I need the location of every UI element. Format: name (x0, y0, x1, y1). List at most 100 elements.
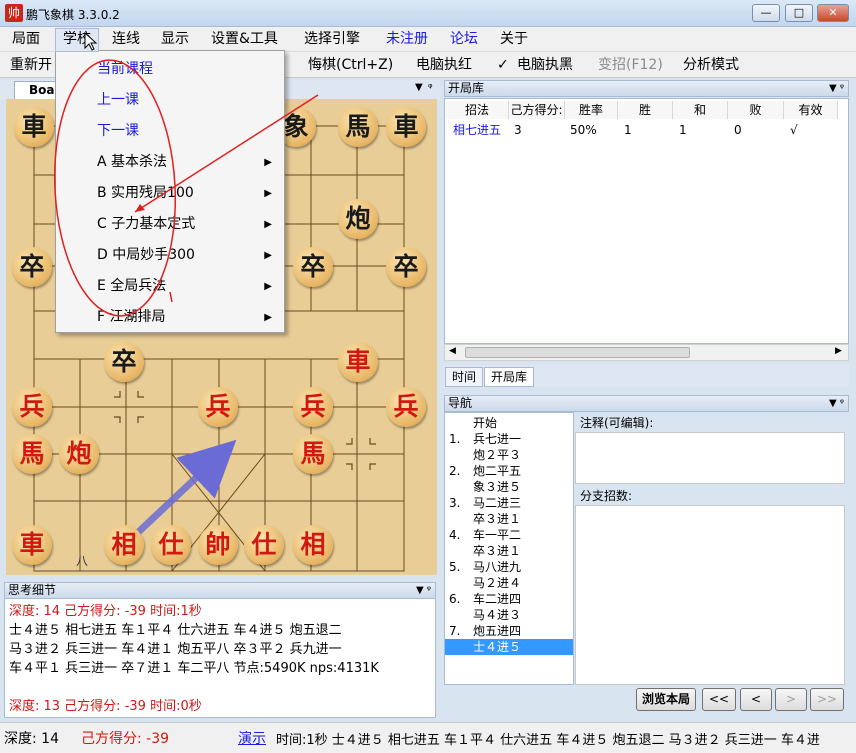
list-item-move[interactable]: 马２进４ (445, 575, 573, 591)
computer-red-button[interactable]: 电脑执红 (416, 56, 472, 74)
close-button[interactable]: ✕ (817, 4, 849, 22)
first-move-button[interactable]: << (702, 688, 736, 711)
pin-icon[interactable]: ▼ ᵠ (829, 81, 844, 96)
list-item-move[interactable]: 炮２平３ (445, 447, 573, 463)
list-item-move[interactable]: 2. 炮二平五 (445, 463, 573, 479)
chess-piece[interactable]: 卒 (12, 247, 52, 287)
dropdown-icon[interactable]: ▼ (415, 82, 423, 93)
list-item-move[interactable]: 卒３进１ (445, 543, 573, 559)
undo-button[interactable]: 悔棋(Ctrl+Z) (308, 56, 393, 74)
next-move-button[interactable]: > (775, 688, 807, 711)
menu-item-full-game-strategy[interactable]: E 全局兵法 ▶ (56, 271, 286, 302)
col-header-draw[interactable]: 和 (673, 101, 728, 119)
menu-select-engine[interactable]: 选择引擎 (300, 30, 364, 48)
minimize-button[interactable]: — (752, 4, 780, 22)
menu-about[interactable]: 关于 (496, 30, 532, 48)
scroll-left-icon[interactable]: ◀ (449, 346, 456, 356)
list-item-move[interactable]: 象３进５ (445, 479, 573, 495)
menu-connect[interactable]: 连线 (108, 30, 144, 48)
col-header-score[interactable]: 己方得分: (509, 101, 565, 119)
col-header-winrate[interactable]: 胜率 (565, 101, 618, 119)
maximize-button[interactable]: □ (785, 4, 813, 22)
chess-piece[interactable]: 卒 (104, 342, 144, 382)
chess-piece[interactable]: 馬 (293, 434, 333, 474)
demo-link[interactable]: 演示 (238, 728, 266, 748)
tab-time[interactable]: 时间 (445, 367, 484, 387)
analysis-mode-button[interactable]: 分析模式 (683, 56, 739, 74)
list-item-move[interactable]: 卒３进１ (445, 511, 573, 527)
menu-item-basic-kills[interactable]: A 基本杀法 ▶ (56, 147, 286, 178)
row-win: 1 (624, 123, 632, 137)
chess-piece[interactable]: 兵 (198, 387, 238, 427)
chess-piece[interactable]: 車 (12, 525, 52, 565)
prev-move-button[interactable]: < (740, 688, 772, 711)
window-title: 鹏飞象棋 3.3.0.2 (26, 8, 120, 22)
menu-position[interactable]: 局面 (8, 30, 44, 48)
chess-piece[interactable]: 相 (104, 525, 144, 565)
menu-item-practical-endgames[interactable]: B 实用残局100 ▶ (56, 178, 286, 209)
menu-settings-tools[interactable]: 设置&工具 (207, 30, 282, 48)
list-item-move[interactable]: 士４进５ (445, 639, 573, 655)
move-list[interactable]: 开始 1. 兵七进一 炮２平３ 2. 炮二平五 象３进５ 3. 马二进三 卒３进１ 4. 车一平二卒… (444, 412, 574, 685)
menu-forum[interactable]: 论坛 (446, 30, 482, 48)
variation-button[interactable]: 变招(F12) (598, 56, 663, 74)
chess-piece[interactable]: 卒 (386, 247, 426, 287)
chess-piece[interactable]: 卒 (293, 247, 333, 287)
scroll-thumb[interactable] (465, 347, 690, 358)
menu-item-middlegame-tactics[interactable]: D 中局妙手300 ▶ (56, 240, 286, 271)
think-line: 车４平１ 兵三进一 卒７进１ 车二平八 节点:5490K nps:4131K (9, 661, 379, 676)
col-header-move[interactable]: 招法 (446, 101, 509, 119)
menu-item-current-lesson[interactable]: 当前课程 (56, 54, 286, 85)
think-panel-title: 思考细节 (8, 583, 57, 597)
restart-button[interactable]: 重新开 (10, 56, 52, 74)
list-item-move[interactable]: 1. 兵七进一 (445, 431, 573, 447)
browse-game-button[interactable]: 浏览本局 (636, 688, 696, 711)
chess-piece[interactable]: 炮 (59, 434, 99, 474)
chess-piece[interactable]: 相 (293, 525, 333, 565)
last-move-button[interactable]: >> (810, 688, 844, 711)
row-valid: √ (790, 123, 798, 137)
chess-piece[interactable]: 馬 (338, 107, 378, 147)
menu-display[interactable]: 显示 (157, 30, 193, 48)
menu-item-folk-puzzles[interactable]: F 江湖排局 ▶ (56, 302, 286, 333)
list-item-start[interactable]: 开始 (445, 415, 573, 431)
scroll-right-icon[interactable]: ▶ (835, 346, 842, 356)
list-item-move[interactable]: 马４进３ (445, 607, 573, 623)
chess-piece[interactable]: 車 (338, 342, 378, 382)
pin-icon[interactable]: ▼ ᵠ (416, 583, 431, 598)
pin-icon[interactable]: ▼ ᵠ (829, 396, 844, 411)
list-item-move[interactable]: 3. 马二进三 (445, 495, 573, 511)
menu-unregistered[interactable]: 未注册 (382, 30, 432, 48)
chess-piece[interactable]: 車 (386, 107, 426, 147)
menu-item-piece-patterns[interactable]: C 子力基本定式 ▶ (56, 209, 286, 240)
computer-black-button[interactable]: 电脑执黑 (517, 56, 573, 74)
list-item-move[interactable]: 6. 车二进四 (445, 591, 573, 607)
chess-piece[interactable]: 馬 (12, 434, 52, 474)
col-header-loss[interactable]: 败 (728, 101, 784, 119)
menu-item-next-lesson[interactable]: 下一课 (56, 116, 286, 147)
chess-piece[interactable]: 仕 (151, 525, 191, 565)
row-move[interactable]: 相七进五 (453, 122, 501, 138)
chess-piece[interactable]: 兵 (293, 387, 333, 427)
list-item-move[interactable]: 5. 马八进九 (445, 559, 573, 575)
move-number: 5. (449, 560, 461, 574)
pin-icon[interactable]: ᵠ (428, 81, 433, 94)
opening-panel-header: 开局库 ▼ ᵠ (444, 80, 849, 97)
chess-piece[interactable]: 兵 (386, 387, 426, 427)
chess-piece[interactable]: 炮 (338, 199, 378, 239)
branch-list[interactable] (575, 505, 845, 685)
move-text: 卒３进１ (473, 512, 522, 526)
list-item-move[interactable]: 4. 车一平二 (445, 527, 573, 543)
col-header-win[interactable]: 胜 (618, 101, 673, 119)
list-item-move[interactable]: 7. 炮五进四 (445, 623, 573, 639)
horizontal-scrollbar[interactable]: ◀ ▶ (444, 344, 849, 361)
chess-piece[interactable]: 車 (14, 107, 54, 147)
chess-piece[interactable]: 仕 (244, 525, 284, 565)
note-textarea[interactable] (575, 432, 845, 484)
chess-piece[interactable]: 兵 (12, 387, 52, 427)
move-number: 6. (449, 592, 461, 606)
menu-item-previous-lesson[interactable]: 上一课 (56, 85, 286, 116)
chess-piece[interactable]: 帥 (198, 525, 238, 565)
tab-opening-book[interactable]: 开局库 (484, 367, 535, 387)
col-header-valid[interactable]: 有效 (784, 101, 838, 119)
